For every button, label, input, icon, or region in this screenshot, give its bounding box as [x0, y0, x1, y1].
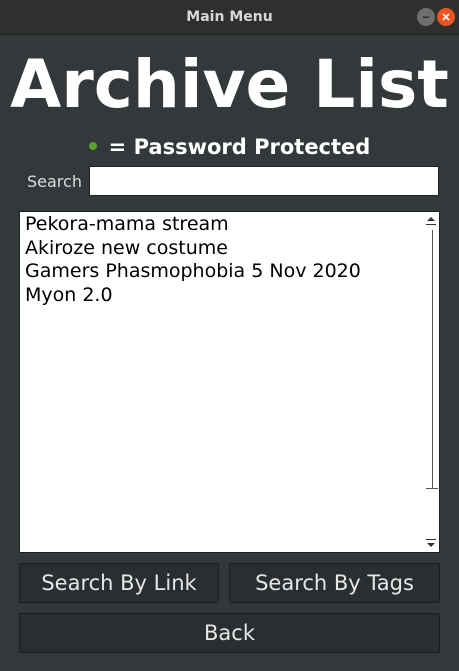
window-title: Main Menu [186, 9, 273, 25]
scroll-thumb-end [426, 488, 438, 489]
list-item[interactable]: Akiroze new costume [25, 237, 361, 261]
password-legend: = Password Protected [0, 134, 459, 160]
search-by-link-button[interactable]: Search By Link [19, 563, 219, 603]
protected-dot-icon [88, 142, 97, 150]
close-button[interactable] [437, 8, 455, 26]
legend-text: = Password Protected [108, 135, 371, 159]
archive-list: Pekora-mama stream Akiroze new costume G… [25, 213, 361, 307]
window-titlebar: Main Menu [0, 0, 459, 35]
list-scrollbar[interactable] [422, 212, 439, 552]
search-label: Search [27, 172, 82, 191]
search-by-tags-button[interactable]: Search By Tags [229, 563, 440, 603]
minimize-icon [423, 16, 429, 18]
scroll-down-icon[interactable] [425, 537, 437, 549]
minimize-button[interactable] [417, 8, 435, 26]
search-input[interactable] [89, 166, 439, 196]
list-item[interactable]: Gamers Phasmophobia 5 Nov 2020 [25, 260, 361, 284]
close-icon [442, 13, 450, 21]
list-item[interactable]: Pekora-mama stream [25, 213, 361, 237]
list-item[interactable]: Myon 2.0 [25, 284, 361, 308]
archive-listbox[interactable]: Pekora-mama stream Akiroze new costume G… [19, 211, 440, 553]
page-title: Archive List [10, 46, 449, 123]
back-button[interactable]: Back [19, 613, 440, 653]
scroll-up-icon[interactable] [425, 215, 437, 227]
scroll-track[interactable] [432, 230, 433, 488]
